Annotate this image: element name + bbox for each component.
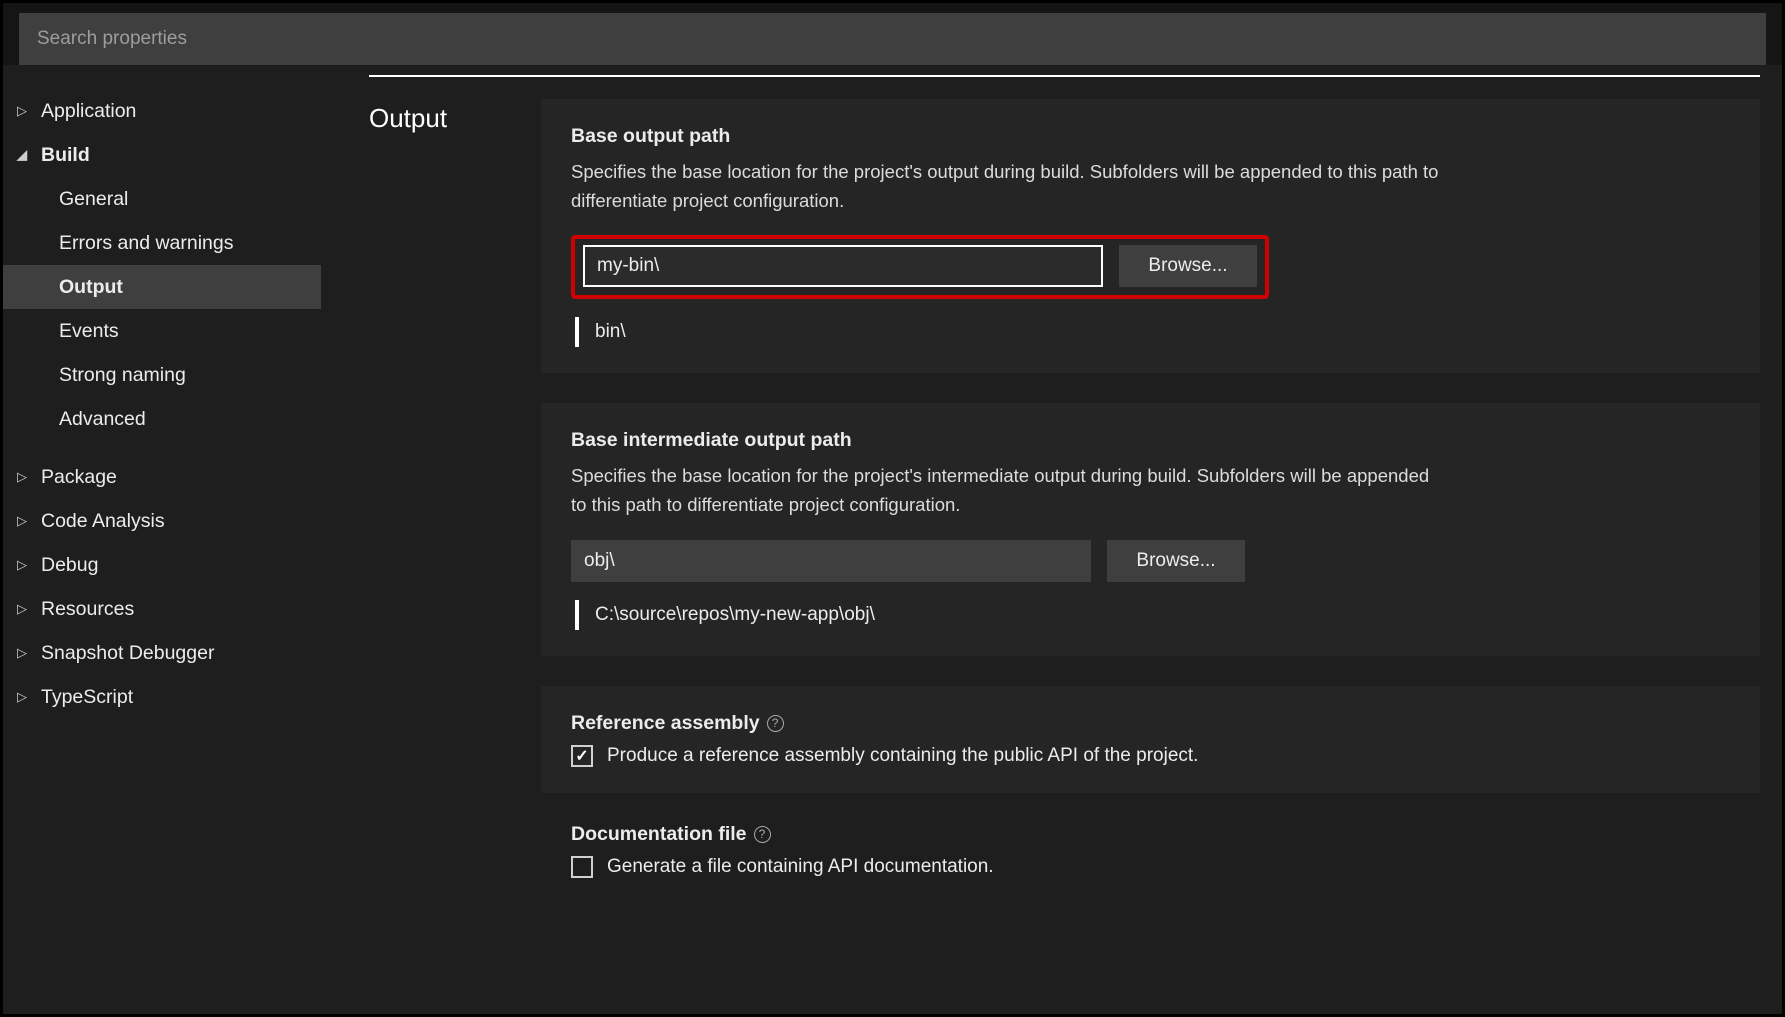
checkbox-row[interactable]: Produce a reference assembly containing … [571, 745, 1730, 767]
help-icon[interactable]: ? [754, 826, 771, 843]
panel-base-intermediate-output-path: Base intermediate output path Specifies … [541, 403, 1760, 655]
chevron-right-icon: ▷ [17, 103, 35, 119]
base-intermediate-output-path-input[interactable] [571, 540, 1091, 582]
sidebar: ▷ Application ◢ Build General Errors and… [3, 75, 321, 1014]
search-input[interactable] [37, 28, 1748, 50]
chevron-right-icon: ▷ [17, 645, 35, 661]
sidebar-item-label: TypeScript [41, 686, 133, 709]
browse-button[interactable]: Browse... [1119, 245, 1257, 287]
sidebar-item-events[interactable]: Events [3, 309, 321, 353]
sidebar-item-resources[interactable]: ▷ Resources [3, 587, 321, 631]
sidebar-item-label: Package [41, 466, 117, 489]
help-icon[interactable]: ? [767, 715, 784, 732]
sidebar-item-label: Output [59, 276, 123, 299]
sidebar-item-output[interactable]: Output [3, 265, 321, 309]
sidebar-item-strong-naming[interactable]: Strong naming [3, 353, 321, 397]
sidebar-item-label: Build [41, 144, 90, 167]
sidebar-item-code-analysis[interactable]: ▷ Code Analysis [3, 499, 321, 543]
sidebar-item-label: Events [59, 320, 119, 343]
body-area: ▷ Application ◢ Build General Errors and… [3, 65, 1782, 1014]
content: Output Base output path Specifies the ba… [321, 75, 1782, 1014]
checkbox-label: Generate a file containing API documenta… [607, 856, 994, 878]
sidebar-item-debug[interactable]: ▷ Debug [3, 543, 321, 587]
sidebar-item-label: Application [41, 100, 136, 123]
checkbox-row[interactable]: Generate a file containing API documenta… [571, 856, 1730, 878]
panel-base-output-path: Base output path Specifies the base loca… [541, 99, 1760, 373]
sidebar-item-general[interactable]: General [3, 177, 321, 221]
chevron-right-icon: ▷ [17, 689, 35, 705]
chevron-right-icon: ▷ [17, 601, 35, 617]
panel-title-text: Documentation file [571, 823, 747, 846]
checkbox-label: Produce a reference assembly containing … [607, 745, 1198, 767]
reference-assembly-checkbox[interactable] [571, 745, 593, 767]
panel-title-text: Reference assembly [571, 712, 760, 735]
chevron-right-icon: ▷ [17, 557, 35, 573]
indicator-bar [575, 600, 579, 630]
section-rule [369, 75, 1760, 77]
sidebar-item-application[interactable]: ▷ Application [3, 89, 321, 133]
resolved-value: bin\ [595, 321, 626, 343]
panel-title: Documentation file ? [571, 823, 1730, 846]
documentation-file-checkbox[interactable] [571, 856, 593, 878]
sidebar-item-package[interactable]: ▷ Package [3, 455, 321, 499]
resolved-value-row: C:\source\repos\my-new-app\obj\ [571, 600, 1730, 630]
window-gap [3, 3, 1782, 13]
sidebar-item-advanced[interactable]: Advanced [3, 397, 321, 441]
chevron-right-icon: ▷ [17, 513, 35, 529]
sidebar-item-build[interactable]: ◢ Build [3, 133, 321, 177]
panel-reference-assembly: Reference assembly ? Produce a reference… [541, 686, 1760, 793]
indicator-bar [575, 317, 579, 347]
panel-title: Reference assembly ? [571, 712, 1730, 735]
input-row: Browse... [571, 540, 1730, 582]
sidebar-item-label: Errors and warnings [59, 232, 234, 255]
base-output-path-input[interactable] [583, 245, 1103, 287]
highlight-annotation: Browse... [571, 235, 1269, 299]
panel-description: Specifies the base location for the proj… [571, 158, 1441, 215]
section-heading: Output [329, 99, 541, 908]
sidebar-item-snapshot-debugger[interactable]: ▷ Snapshot Debugger [3, 631, 321, 675]
sidebar-item-typescript[interactable]: ▷ TypeScript [3, 675, 321, 719]
browse-button[interactable]: Browse... [1107, 540, 1245, 582]
sidebar-item-label: Resources [41, 598, 134, 621]
chevron-down-icon: ◢ [17, 147, 35, 163]
search-bar-container [3, 13, 1782, 65]
sidebar-item-label: Advanced [59, 408, 146, 431]
content-inner: Output Base output path Specifies the ba… [329, 99, 1760, 908]
sidebar-item-label: Debug [41, 554, 98, 577]
search-bar[interactable] [19, 13, 1766, 65]
panel-documentation-file: Documentation file ? Generate a file con… [541, 823, 1760, 878]
panel-title: Base intermediate output path [571, 429, 1730, 452]
panels: Base output path Specifies the base loca… [541, 99, 1760, 908]
sidebar-item-label: Snapshot Debugger [41, 642, 214, 665]
panel-title: Base output path [571, 125, 1730, 148]
resolved-value-row: bin\ [571, 317, 1730, 347]
resolved-value: C:\source\repos\my-new-app\obj\ [595, 604, 875, 626]
sidebar-item-errors-warnings[interactable]: Errors and warnings [3, 221, 321, 265]
chevron-right-icon: ▷ [17, 469, 35, 485]
sidebar-item-label: Strong naming [59, 364, 186, 387]
sidebar-item-label: General [59, 188, 128, 211]
panel-description: Specifies the base location for the proj… [571, 462, 1441, 519]
sidebar-item-label: Code Analysis [41, 510, 165, 533]
